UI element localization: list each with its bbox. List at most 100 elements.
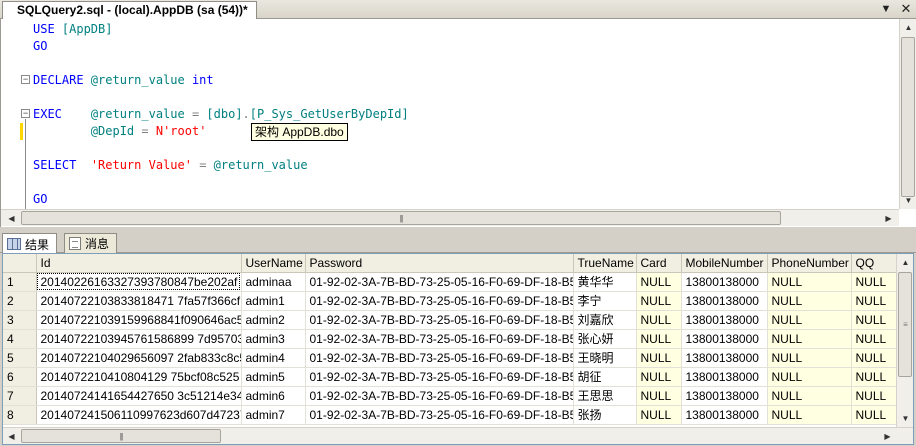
column-header[interactable]: PhoneNumber bbox=[767, 254, 852, 273]
table-cell[interactable]: 13800138000 bbox=[681, 329, 768, 349]
window-list-dropdown-icon[interactable]: ▼ bbox=[878, 2, 894, 16]
table-cell[interactable]: 胡征 bbox=[573, 367, 637, 387]
scroll-right-icon[interactable]: ▶ bbox=[879, 428, 896, 444]
row-number[interactable]: 6 bbox=[3, 367, 37, 387]
code-line[interactable] bbox=[33, 89, 893, 106]
table-cell[interactable]: NULL bbox=[636, 405, 682, 425]
document-tab[interactable]: SQLQuery2.sql - (local).AppDB (sa (54))* bbox=[2, 1, 257, 19]
table-cell[interactable]: admin3 bbox=[241, 329, 306, 349]
table-cell[interactable]: admin5 bbox=[241, 367, 306, 387]
table-row[interactable]: 5 20140722104029656097 2fab833c8c5 admin4 0… bbox=[3, 348, 913, 368]
row-number[interactable]: 3 bbox=[3, 310, 37, 330]
table-cell[interactable]: 20140722103945761586899 7d95703 bbox=[36, 329, 242, 349]
table-cell[interactable]: 13800138000 bbox=[681, 291, 768, 311]
table-cell[interactable]: 13800138000 bbox=[681, 367, 768, 387]
query-editor[interactable]: − − USE [AppDB] GO DECLARE @return_value … bbox=[0, 19, 916, 227]
grid-vertical-scrollbar[interactable]: ▲ ≡ ▼ bbox=[896, 254, 913, 427]
table-row[interactable]: 6 2014072210410804129 75bcf08c525 admin5 01… bbox=[3, 367, 913, 387]
table-cell[interactable]: 20140722104029656097 2fab833c8c5 bbox=[36, 348, 242, 368]
scroll-down-icon[interactable]: ▼ bbox=[897, 410, 913, 427]
column-header[interactable]: Password bbox=[305, 254, 574, 273]
table-cell[interactable]: 张扬 bbox=[573, 405, 637, 425]
code-line[interactable] bbox=[33, 140, 893, 157]
scroll-up-icon[interactable]: ▲ bbox=[897, 254, 913, 271]
scroll-thumb[interactable] bbox=[901, 37, 915, 197]
table-cell[interactable]: NULL bbox=[767, 348, 852, 368]
table-cell[interactable]: admin1 bbox=[241, 291, 306, 311]
scroll-thumb[interactable]: ≡ bbox=[898, 272, 912, 377]
table-cell[interactable]: NULL bbox=[767, 386, 852, 406]
column-header[interactable]: Id bbox=[36, 254, 242, 273]
table-cell[interactable]: admin6 bbox=[241, 386, 306, 406]
column-header[interactable]: Card bbox=[636, 254, 682, 273]
table-cell[interactable]: 01-92-02-3A-7B-BD-73-25-05-16-F0-69-DF-1… bbox=[305, 291, 574, 311]
code-line[interactable]: DECLARE @return_value int bbox=[33, 72, 893, 89]
table-cell[interactable]: 王晓明 bbox=[573, 348, 637, 368]
tab-results[interactable]: 结果 bbox=[2, 233, 58, 254]
table-cell[interactable]: adminaa bbox=[241, 272, 306, 292]
table-cell[interactable]: 01-92-02-3A-7B-BD-73-25-05-16-F0-69-DF-1… bbox=[305, 329, 574, 349]
table-cell[interactable]: 王思思 bbox=[573, 386, 637, 406]
table-row[interactable]: 8 201407241506110997623d607d47237 admin7 01… bbox=[3, 405, 913, 425]
table-cell[interactable]: 20140722103833818471 7fa57f366cf bbox=[36, 291, 242, 311]
row-number[interactable]: 4 bbox=[3, 329, 37, 349]
grid-corner[interactable] bbox=[3, 254, 37, 273]
scroll-up-icon[interactable]: ▲ bbox=[900, 19, 916, 36]
editor-vertical-scrollbar[interactable]: ▲ ▼ bbox=[899, 19, 916, 209]
table-cell[interactable]: NULL bbox=[636, 291, 682, 311]
scroll-thumb[interactable]: ||| bbox=[21, 429, 221, 443]
table-cell[interactable]: admin2 bbox=[241, 310, 306, 330]
grid-horizontal-scrollbar[interactable]: ◀ ||| ▶ bbox=[3, 427, 913, 444]
table-cell[interactable]: 20140724141654427650 3c51214e341 bbox=[36, 386, 242, 406]
table-cell[interactable]: 13800138000 bbox=[681, 272, 768, 292]
table-cell[interactable]: 黄华华 bbox=[573, 272, 637, 292]
table-cell[interactable]: NULL bbox=[636, 386, 682, 406]
table-cell[interactable]: 01-92-02-3A-7B-BD-73-25-05-16-F0-69-DF-1… bbox=[305, 272, 574, 292]
collapse-declare-icon[interactable]: − bbox=[21, 75, 30, 84]
table-cell[interactable]: 20140226163327393780847be202af bbox=[36, 272, 242, 292]
scroll-down-icon[interactable]: ▼ bbox=[900, 192, 916, 209]
table-cell[interactable]: 2014072210410804129 75bcf08c525 bbox=[36, 367, 242, 387]
table-cell[interactable]: NULL bbox=[767, 272, 852, 292]
code-line[interactable]: GO bbox=[33, 38, 893, 55]
table-row[interactable]: 3 201407221039159968841f090646ac5 admin2 01… bbox=[3, 310, 913, 330]
table-cell[interactable]: NULL bbox=[767, 291, 852, 311]
table-cell[interactable]: NULL bbox=[767, 405, 852, 425]
table-cell[interactable]: 201407241506110997623d607d47237 bbox=[36, 405, 242, 425]
table-cell[interactable]: 01-92-02-3A-7B-BD-73-25-05-16-F0-69-DF-1… bbox=[305, 348, 574, 368]
table-cell[interactable]: 01-92-02-3A-7B-BD-73-25-05-16-F0-69-DF-1… bbox=[305, 310, 574, 330]
table-cell[interactable]: 01-92-02-3A-7B-BD-73-25-05-16-F0-69-DF-1… bbox=[305, 386, 574, 406]
table-cell[interactable]: 刘嘉欣 bbox=[573, 310, 637, 330]
table-cell[interactable]: NULL bbox=[767, 310, 852, 330]
table-row[interactable]: 2 20140722103833818471 7fa57f366cf admin1 0… bbox=[3, 291, 913, 311]
column-header[interactable]: TrueName bbox=[573, 254, 637, 273]
results-grid[interactable]: Id UserName Password TrueName Card MobileNumb… bbox=[2, 253, 914, 445]
table-cell[interactable]: 13800138000 bbox=[681, 310, 768, 330]
collapse-exec-icon[interactable]: − bbox=[21, 109, 30, 118]
table-cell[interactable]: 李宁 bbox=[573, 291, 637, 311]
row-number[interactable]: 5 bbox=[3, 348, 37, 368]
table-cell[interactable]: NULL bbox=[636, 329, 682, 349]
table-cell[interactable]: 张心妍 bbox=[573, 329, 637, 349]
column-header[interactable]: MobileNumber bbox=[681, 254, 768, 273]
table-cell[interactable]: NULL bbox=[636, 348, 682, 368]
table-cell[interactable]: 01-92-02-3A-7B-BD-73-25-05-16-F0-69-DF-1… bbox=[305, 367, 574, 387]
code-line[interactable]: USE [AppDB] bbox=[33, 21, 893, 38]
table-cell[interactable]: NULL bbox=[767, 367, 852, 387]
code-line[interactable] bbox=[33, 174, 893, 191]
row-number[interactable]: 8 bbox=[3, 405, 37, 425]
row-number[interactable]: 2 bbox=[3, 291, 37, 311]
table-cell[interactable]: 01-92-02-3A-7B-BD-73-25-05-16-F0-69-DF-1… bbox=[305, 405, 574, 425]
scroll-right-icon[interactable]: ▶ bbox=[880, 210, 897, 227]
scroll-thumb[interactable]: ||| bbox=[21, 211, 781, 225]
table-cell[interactable]: 13800138000 bbox=[681, 405, 768, 425]
close-icon[interactable]: ✕ bbox=[898, 1, 914, 16]
table-cell[interactable]: admin4 bbox=[241, 348, 306, 368]
editor-horizontal-scrollbar[interactable]: ◀ ||| ▶ bbox=[1, 209, 899, 226]
table-cell[interactable]: NULL bbox=[636, 272, 682, 292]
table-cell[interactable]: 201407221039159968841f090646ac5 bbox=[36, 310, 242, 330]
column-header[interactable]: UserName bbox=[241, 254, 306, 273]
table-cell[interactable]: admin7 bbox=[241, 405, 306, 425]
table-row[interactable]: 1 20140226163327393780847be202af adminaa 01… bbox=[3, 272, 913, 292]
table-cell[interactable]: 13800138000 bbox=[681, 386, 768, 406]
